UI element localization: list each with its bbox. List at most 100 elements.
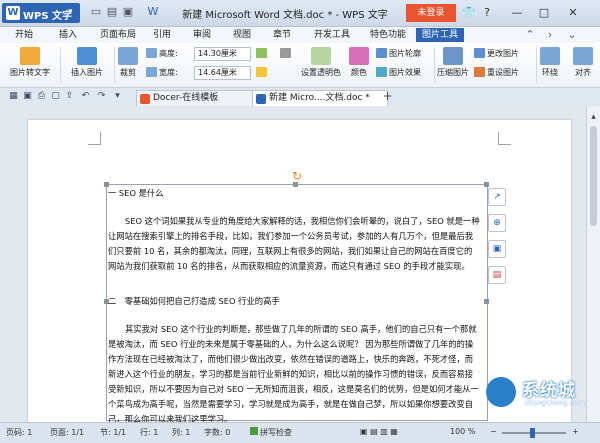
insert-image-button[interactable]: 插入图片 (64, 47, 110, 78)
doc-tab-current[interactable]: 新建 Micro....文档.doc * (252, 90, 388, 107)
help-icon[interactable]: ? (480, 6, 494, 20)
heading-zero-basics: 二 零基础如何把自己打造成 SEO 行业的高手 (108, 296, 280, 306)
redo-icon[interactable]: ↷ (96, 91, 107, 102)
page-corner-mark (498, 132, 511, 145)
reset-image-label: 重设图片 (487, 68, 519, 77)
print-icon[interactable]: ⎙ (36, 91, 47, 102)
paragraph-zero-basics: 其实我对 SEO 这个行业的判断是，那些做了几年的所谓的 SEO 高手，他们的自… (108, 324, 479, 422)
crop-tool-icon[interactable]: ▣ (488, 240, 506, 258)
resize-handle[interactable] (484, 182, 489, 187)
crop-button[interactable]: 裁剪 (116, 47, 140, 78)
maximize-icon[interactable]: □ (537, 6, 551, 20)
tab-page-layout[interactable]: 页面布局 (96, 28, 140, 42)
open-folder-icon[interactable]: ▦ (8, 91, 19, 102)
wrap-button[interactable]: 环绕 (538, 47, 562, 78)
wrap-icon (540, 47, 560, 65)
color-icon (349, 47, 369, 65)
scroll-thumb[interactable] (590, 126, 597, 226)
crop-label: 裁剪 (120, 68, 136, 77)
contrast-icon[interactable] (280, 48, 293, 60)
close-icon[interactable]: ✕ (566, 6, 580, 20)
menu-bar: 开始 插入 页面布局 引用 审阅 视图 章节 开发工具 特色功能 图片工具 ⌃ … (0, 27, 600, 43)
export-icon[interactable]: ⇪ (64, 91, 75, 102)
document-tab-strip: ▦ ▣ ⎙ ▢ ⇪ ↶ ↷ ▾ Docer-在线模板 新建 Micro....文… (0, 88, 600, 107)
quick-access-dropdown-icon[interactable]: ▾ (112, 91, 123, 102)
outline-icon (376, 48, 387, 58)
align-button[interactable]: 对齐 (570, 47, 596, 78)
change-image-label: 更改图片 (487, 49, 519, 58)
color-label: 颜色 (351, 68, 367, 77)
image-extract-icon[interactable]: ▤ (488, 266, 506, 284)
wps-doc-icon: W (147, 5, 159, 18)
open-icon[interactable]: ▤ (106, 6, 118, 18)
docer-icon (140, 94, 150, 104)
divider (60, 47, 61, 83)
tab-start[interactable]: 开始 (8, 28, 40, 42)
resize-handle[interactable] (484, 299, 489, 304)
zoom-slider-thumb[interactable] (530, 428, 535, 438)
layout-options-icon[interactable]: ↗ (488, 188, 506, 206)
height-input[interactable]: 14.30厘米 (194, 47, 251, 61)
arrow-icon[interactable]: › (544, 29, 556, 41)
chevron-down-icon: ▾ (68, 7, 73, 17)
doc-tab-docer[interactable]: Docer-在线模板 (136, 90, 264, 107)
zoom-out-icon[interactable]: − (490, 427, 497, 436)
view-mode-icons[interactable]: ▣ ▤ ▥ ▦ (360, 427, 398, 436)
tab-features[interactable]: 特色功能 (366, 28, 410, 42)
new-tab-button[interactable]: + (382, 90, 393, 102)
image-to-text-button[interactable]: 图片转文字 (6, 47, 54, 78)
rotate-handle-icon[interactable]: ↻ (291, 170, 303, 182)
save-icon[interactable]: ▣ (22, 91, 33, 102)
spellcheck-toggle[interactable]: 拼写检查 (250, 427, 292, 438)
new-doc-icon[interactable]: ▭ (90, 6, 102, 18)
tab-view[interactable]: 视图 (230, 28, 254, 42)
tab-picture-tools[interactable]: 图片工具 (416, 28, 464, 42)
print-preview-icon[interactable]: ▢ (50, 91, 61, 102)
status-section: 节: 1/1 (100, 428, 127, 437)
watermark-url: xitongcheng.com (524, 399, 585, 407)
paragraph-seo: SEO 这个词如果我从专业的角度给大家解释的话，我相信你们会听晕的，说白了，SE… (108, 216, 480, 271)
more-icon[interactable]: ⌄ (566, 29, 578, 41)
undo-icon[interactable]: ↶ (80, 91, 91, 102)
width-icon (146, 67, 157, 77)
tab-chapter[interactable]: 章节 (270, 28, 294, 42)
divider (434, 47, 435, 83)
color-button[interactable]: 颜色 (346, 47, 372, 78)
reset-image-button[interactable]: 重设图片 (474, 67, 519, 79)
width-input[interactable]: 14.64厘米 (194, 66, 251, 80)
ribbon-collapse-icon[interactable]: ⌃ (524, 29, 536, 41)
title-bar: W WPS 文字 ▾ ▭ ▤ ▣ W 新建 Microsoft Word 文档.… (0, 0, 600, 27)
crop-icon (118, 47, 138, 65)
status-column: 列: 1 (172, 428, 191, 437)
brightness-icon[interactable] (256, 67, 269, 79)
compress-label: 压缩图片 (437, 68, 469, 77)
tab-developer[interactable]: 开发工具 (310, 28, 354, 42)
image-outline-button[interactable]: 图片轮廓 (376, 48, 421, 60)
tab-review[interactable]: 审阅 (190, 28, 214, 42)
app-name: WPS 文字 (23, 11, 73, 22)
width-label: 宽度: (146, 67, 178, 79)
shirt-icon[interactable]: 👕 (462, 6, 476, 20)
change-image-button[interactable]: 更改图片 (474, 48, 519, 60)
status-page-count: 页面: 1/1 (50, 428, 85, 437)
image-to-text-icon (20, 47, 40, 65)
doc-tab-label: 新建 Micro....文档.doc * (269, 93, 370, 103)
tab-insert[interactable]: 插入 (52, 28, 84, 42)
app-menu-button[interactable]: W WPS 文字 ▾ (2, 3, 80, 23)
ribbon: 图片转文字 插入图片 裁剪 高度: 14.30厘米 宽度: 14.64厘米 设置… (0, 43, 600, 88)
compress-button[interactable]: 压缩图片 (436, 47, 470, 78)
login-button[interactable]: 未登录 (406, 4, 456, 22)
wrap-label: 环绕 (542, 68, 558, 77)
scroll-up-icon[interactable]: ▴ (588, 112, 599, 123)
image-effects-button[interactable]: 图片效果 (376, 67, 421, 79)
minimize-icon[interactable]: — (510, 6, 524, 20)
lock-ratio-icon[interactable] (256, 48, 269, 60)
image-to-text-label: 图片转文字 (10, 68, 50, 77)
zoom-in-icon[interactable]: + (572, 427, 579, 436)
divider (536, 47, 537, 83)
save-icon[interactable]: ▣ (122, 6, 134, 18)
tab-references[interactable]: 引用 (150, 28, 174, 42)
zoom-image-icon[interactable]: ⊕ (488, 214, 506, 232)
status-word-count: 字数: 0 (204, 428, 231, 437)
set-transparent-button[interactable]: 设置透明色 (298, 47, 344, 78)
